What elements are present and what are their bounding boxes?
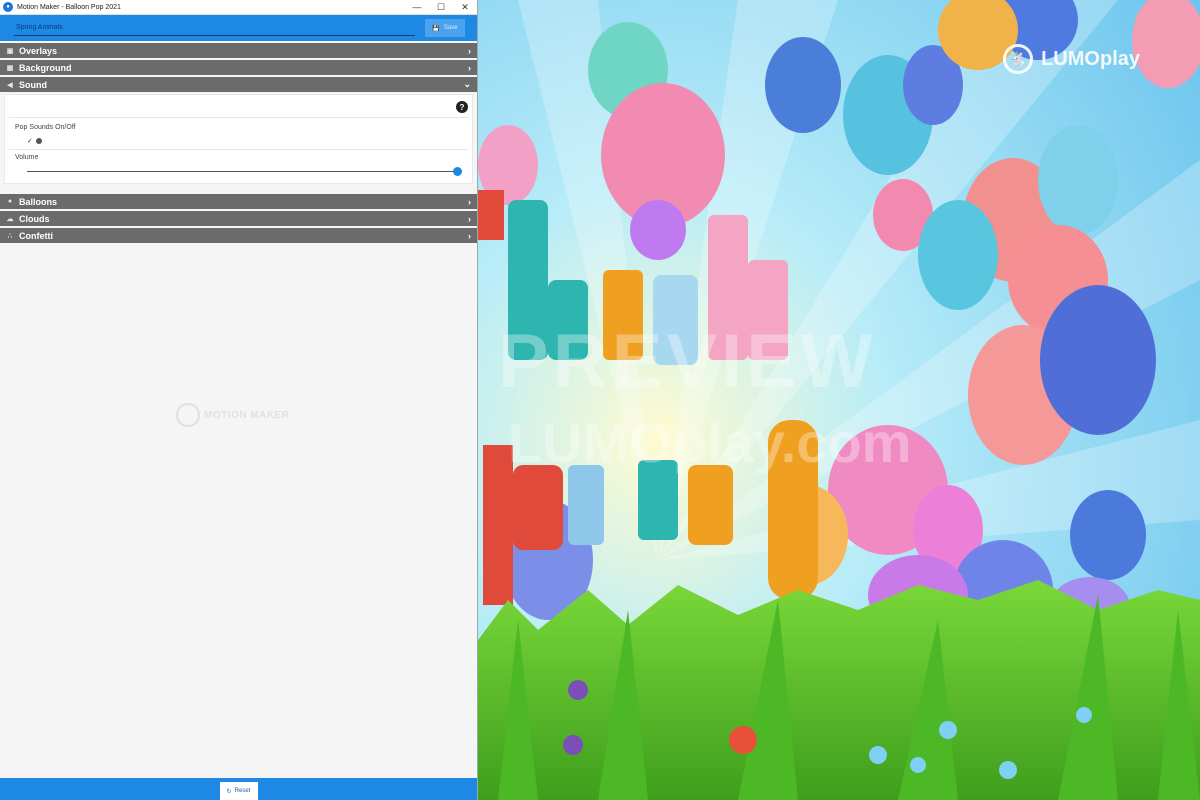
confetti-icon: ∴ (7, 232, 13, 240)
flower (939, 721, 957, 739)
save-icon: 💾 (432, 25, 440, 32)
chevron-right-icon: › (468, 45, 471, 56)
lumoplay-logo-icon: 🐇 (1003, 44, 1034, 74)
flower (729, 726, 757, 754)
window-title: Motion Maker - Balloon Pop 2021 (17, 3, 121, 11)
section-balloons-label: Balloons (19, 196, 58, 207)
volume-slider-thumb[interactable] (453, 167, 462, 176)
flower (568, 680, 588, 700)
maximize-button[interactable]: ☐ (429, 2, 453, 13)
sound-panel: ? Pop Sounds On/Off ✓ Volume (4, 94, 473, 184)
balloon (918, 200, 998, 310)
flower (999, 761, 1017, 779)
balloon-icon: ● (7, 198, 13, 205)
section-sound[interactable]: ◀ Sound ⌄ (0, 77, 477, 92)
preset-name-input[interactable] (14, 20, 415, 36)
volume-label: Volume (15, 154, 39, 161)
chevron-right-icon: › (468, 230, 471, 241)
section-overlays-label: Overlays (19, 45, 58, 56)
chevron-right-icon: › (468, 213, 471, 224)
section-confetti-label: Confetti (19, 230, 53, 241)
empty-content-area: MOTION MAKER (0, 243, 477, 778)
speaker-icon: ◀ (7, 81, 13, 89)
flower (1076, 707, 1092, 723)
motion-maker-logo-icon (176, 403, 200, 427)
bottom-bar: ↻ Reset (0, 778, 477, 800)
top-toolbar: 💾 Save (0, 15, 477, 41)
reset-icon: ↻ (226, 788, 232, 795)
section-clouds[interactable]: ☁ Clouds › (0, 211, 477, 226)
chevron-right-icon: › (468, 62, 471, 73)
flower (563, 735, 583, 755)
preview-canvas[interactable]: hink pring PREVIEW LUMOplay.com 🐇 LUMOpl… (478, 0, 1200, 800)
section-overlays[interactable]: ▣ Overlays › (0, 43, 477, 58)
chevron-right-icon: › (468, 196, 471, 207)
pop-sounds-toggle[interactable]: ✓ (27, 137, 462, 145)
balloon (1070, 490, 1146, 580)
close-button[interactable]: ✕ (453, 2, 477, 13)
minimize-button[interactable]: — (405, 2, 429, 12)
flower (869, 746, 887, 764)
lumoplay-brand-text: LUMOplay (1041, 47, 1140, 70)
section-balloons[interactable]: ● Balloons › (0, 194, 477, 209)
image-icon: ▦ (6, 64, 14, 72)
letter-block (478, 190, 504, 240)
cloud-icon: ☁ (6, 215, 14, 223)
reset-label: Reset (234, 788, 251, 794)
volume-slider-track (27, 171, 462, 172)
section-confetti[interactable]: ∴ Confetti › (0, 228, 477, 243)
section-background-label: Background (19, 62, 72, 73)
check-icon: ✓ (27, 138, 33, 145)
balloon (765, 37, 841, 133)
reset-button[interactable]: ↻ Reset (219, 782, 258, 800)
save-button[interactable]: 💾 Save (425, 19, 465, 37)
motion-maker-window: ● Motion Maker - Balloon Pop 2021 — ☐ ✕ … (0, 0, 478, 800)
help-icon[interactable]: ? (456, 101, 468, 113)
balloon (1038, 125, 1118, 235)
title-bar: ● Motion Maker - Balloon Pop 2021 — ☐ ✕ (0, 0, 477, 15)
toggle-knob (35, 138, 42, 144)
section-clouds-label: Clouds (19, 213, 50, 224)
chevron-down-icon: ⌄ (463, 79, 471, 89)
motion-maker-watermark-text: MOTION MAKER (204, 409, 290, 421)
save-label: Save (443, 25, 458, 31)
motion-maker-watermark: MOTION MAKER (176, 403, 289, 427)
overlays-icon: ▣ (6, 47, 14, 55)
site-watermark: LUMOplay.com (508, 411, 912, 474)
app-icon: ● (3, 2, 13, 12)
pop-sounds-label: Pop Sounds On/Off (15, 124, 76, 131)
section-sound-label: Sound (19, 79, 47, 90)
balloon (1040, 285, 1156, 435)
flower (910, 757, 926, 773)
volume-slider[interactable] (27, 167, 462, 176)
lumoplay-brand: 🐇 LUMOplay (1003, 44, 1140, 74)
section-background[interactable]: ▦ Background › (0, 60, 477, 75)
preview-watermark: PREVIEW (498, 319, 877, 404)
